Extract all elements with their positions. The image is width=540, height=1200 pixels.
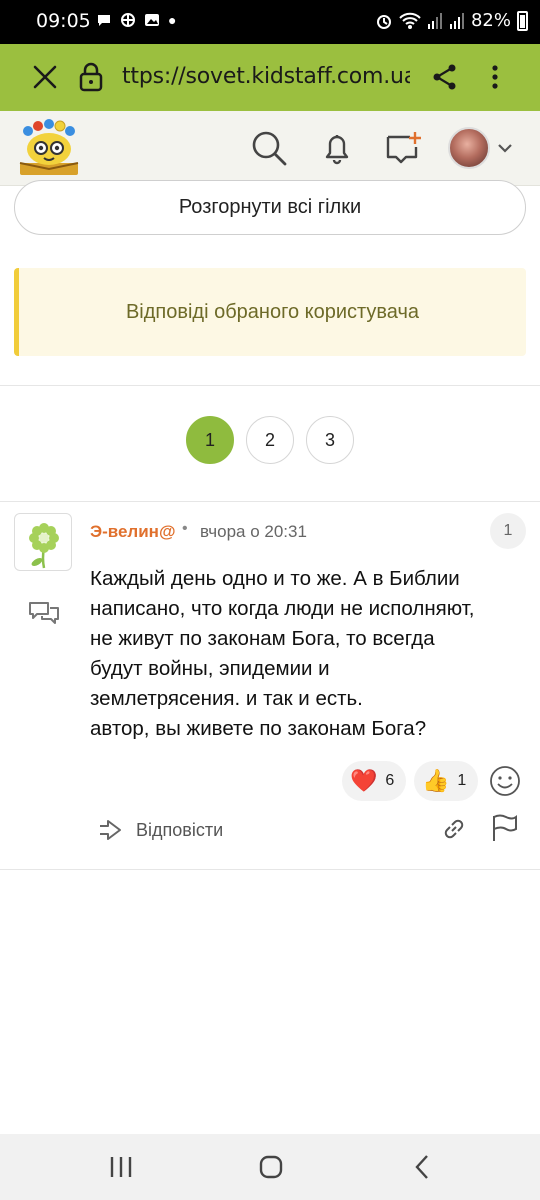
- flag-icon[interactable]: [490, 813, 518, 843]
- page-2-button[interactable]: 2: [246, 416, 294, 464]
- more-options-icon[interactable]: [482, 62, 508, 92]
- status-time: 09:05: [36, 10, 91, 32]
- alarm-icon: [376, 14, 391, 29]
- reply-label: Відповісти: [136, 819, 224, 840]
- status-bar: 09:05 ● 82%: [0, 0, 540, 44]
- heart-icon: ❤️: [350, 768, 378, 793]
- comment-time: вчора о 20:31: [200, 522, 307, 541]
- reply-arrow-icon: [100, 820, 121, 840]
- comment-text: Каждый день одно и то же. А в Библии нап…: [90, 564, 530, 744]
- bell-icon[interactable]: [318, 129, 356, 167]
- comment-author-avatar[interactable]: [14, 513, 72, 571]
- signal-icon: [427, 12, 442, 29]
- home-icon[interactable]: [256, 1152, 286, 1182]
- expand-all-branches-button[interactable]: Розгорнути всі гілки: [14, 180, 526, 235]
- pagination: 1 2 3: [0, 416, 540, 464]
- comment-text-line: написано, что когда люди не исполняют,: [90, 597, 475, 620]
- chevron-down-icon[interactable]: [496, 139, 514, 157]
- reaction-thumbs-up[interactable]: 👍 1: [414, 761, 479, 801]
- comment-author[interactable]: Э-велин@: [90, 522, 176, 542]
- reaction-count: 6: [385, 772, 395, 789]
- site-header: [0, 111, 540, 186]
- share-icon[interactable]: [430, 62, 460, 92]
- system-nav-bar: [0, 1134, 540, 1200]
- recent-apps-icon[interactable]: [106, 1152, 136, 1182]
- browser-toolbar: ttps://sovet.kidstaff.com.ua/a: [0, 44, 540, 111]
- new-message-icon[interactable]: [384, 129, 422, 167]
- reply-button[interactable]: Відповісти: [96, 813, 223, 847]
- link-icon[interactable]: [440, 815, 468, 843]
- image-icon: [145, 14, 159, 26]
- thumbs-up-icon: 👍: [422, 768, 450, 793]
- flower-icon: [29, 523, 59, 569]
- comment-number-badge: 1: [490, 513, 526, 549]
- comment-text-line: землетрясения. и так и есть.: [90, 687, 363, 710]
- comment-text-line: не живут по законам Бога, то всегда: [90, 627, 435, 650]
- site-logo[interactable]: [16, 119, 82, 179]
- reaction-count: 1: [457, 772, 467, 789]
- reaction-heart[interactable]: ❤️ 6: [342, 761, 407, 801]
- page-1-button[interactable]: 1: [186, 416, 234, 464]
- divider: [0, 501, 540, 502]
- pinwheel-icon: [121, 13, 135, 27]
- search-icon[interactable]: [250, 129, 288, 167]
- chat-bubble-icon: [98, 15, 110, 26]
- url-field[interactable]: ttps://sovet.kidstaff.com.ua/a: [122, 64, 410, 89]
- divider: [0, 385, 540, 386]
- thread-icon[interactable]: [28, 600, 60, 628]
- add-reaction-icon[interactable]: [488, 764, 522, 798]
- battery-percent: 82%: [470, 10, 511, 31]
- back-icon[interactable]: [408, 1152, 438, 1182]
- battery-icon: [517, 10, 528, 31]
- wifi-icon: [399, 12, 421, 29]
- user-avatar[interactable]: [448, 127, 490, 169]
- page-3-button[interactable]: 3: [306, 416, 354, 464]
- lock-icon[interactable]: [78, 62, 104, 92]
- comment-text-line: Каждый день одно и то же. А в Библии: [90, 567, 460, 590]
- notification-icons: ●: [96, 12, 176, 28]
- separator-dot: •: [182, 520, 188, 537]
- selected-user-replies-link[interactable]: Відповіді обраного користувача: [14, 268, 526, 356]
- comment-text-line: будут войны, эпидемии и: [90, 657, 330, 680]
- system-icons: 82%: [375, 10, 528, 31]
- divider: [0, 869, 540, 870]
- comment-text-line: автор, вы живете по законам Бога?: [90, 717, 427, 740]
- close-icon[interactable]: [30, 62, 60, 92]
- dot-icon: ●: [168, 12, 177, 28]
- signal-icon: [449, 12, 464, 29]
